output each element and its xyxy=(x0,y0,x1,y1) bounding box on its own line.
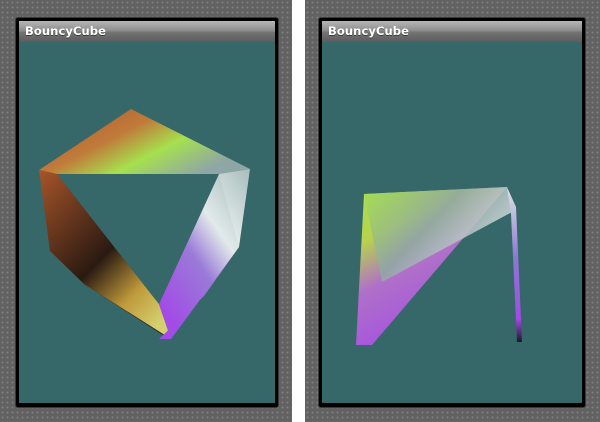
rotating-cube xyxy=(356,187,522,345)
app-screen: BouncyCube xyxy=(19,21,275,403)
gl-surface-view[interactable] xyxy=(19,42,275,403)
app-title: BouncyCube xyxy=(328,24,410,38)
phone-frame: BouncyCube xyxy=(16,18,278,407)
phone-frame: BouncyCube xyxy=(319,18,585,407)
app-title-bar: BouncyCube xyxy=(322,21,582,42)
app-title: BouncyCube xyxy=(25,24,107,38)
gl-surface-view[interactable] xyxy=(322,42,582,403)
rotating-cube xyxy=(39,109,250,339)
app-screen: BouncyCube xyxy=(322,21,582,403)
cube-face-top xyxy=(39,109,250,174)
emulator-panel-left: BouncyCube xyxy=(0,0,292,422)
emulator-panel-right: BouncyCube xyxy=(305,0,600,422)
app-title-bar: BouncyCube xyxy=(19,21,275,42)
